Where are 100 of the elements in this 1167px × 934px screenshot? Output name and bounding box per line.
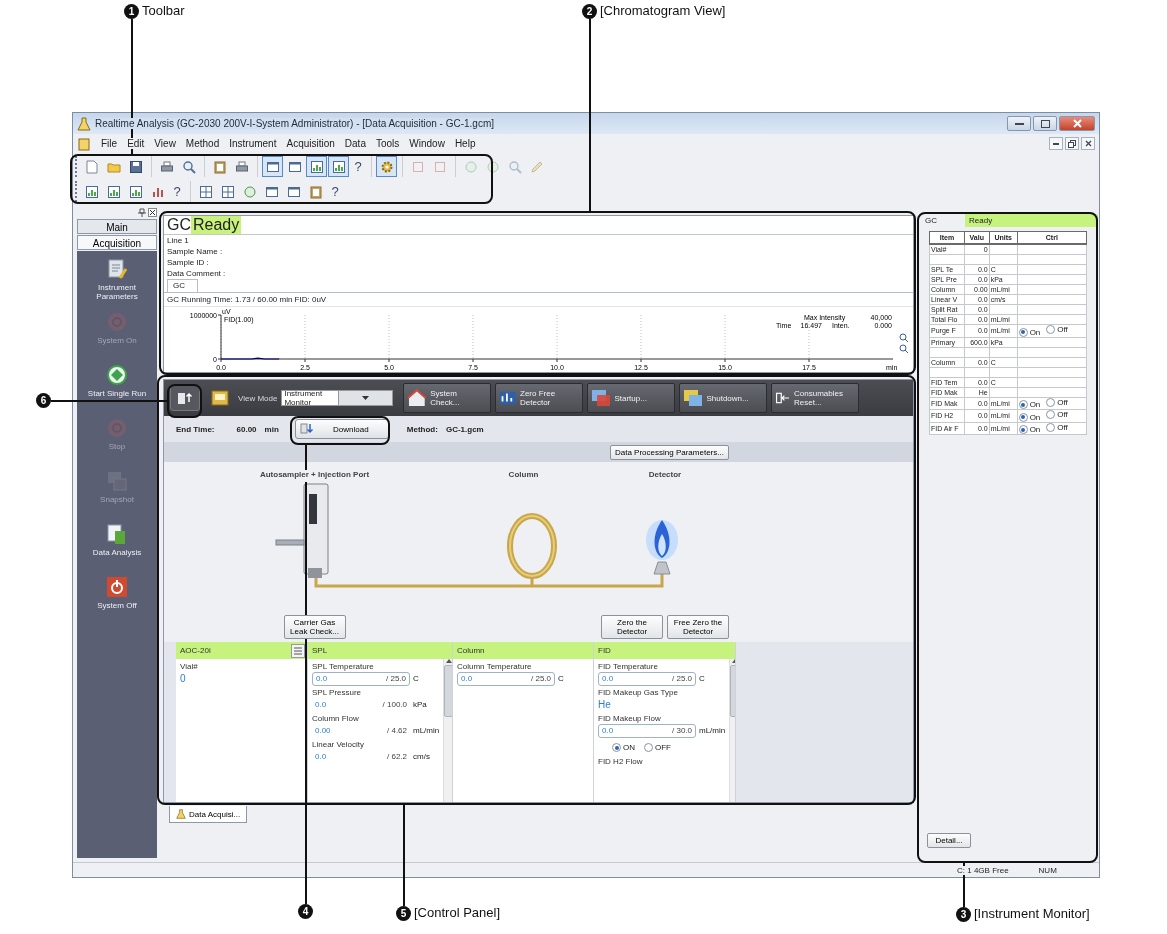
menu-item[interactable]: Method — [185, 138, 220, 149]
detail-button[interactable]: Detail... — [927, 833, 971, 848]
menu-item[interactable]: View — [154, 138, 176, 149]
radio-option[interactable]: Off — [1046, 325, 1068, 334]
chromatogram-tab[interactable]: GC — [167, 279, 198, 292]
menu-item[interactable]: File — [101, 138, 118, 149]
action-button[interactable]: Zero the Detector — [601, 615, 663, 639]
instrument-label: GC — [167, 216, 191, 234]
panel-arrow-icon — [177, 391, 193, 405]
close-icon — [1084, 140, 1092, 147]
radio-option[interactable]: Off — [1046, 422, 1068, 432]
restore-icon — [1068, 139, 1076, 148]
stop-circle-icon — [105, 416, 129, 440]
menu-item[interactable]: Instrument — [229, 138, 277, 149]
value-field[interactable]: 0.0 / 25.0 — [457, 671, 555, 686]
zoom-icon[interactable] — [899, 344, 909, 354]
chart-window-icon — [128, 184, 143, 199]
minimize-icon — [1014, 122, 1024, 125]
parameter-label: FID H2 Flow — [598, 757, 643, 766]
method-label: Method: — [406, 424, 438, 434]
processing-parameters-button[interactable]: Data Processing Parameters... — [610, 444, 729, 460]
sidebar-tab[interactable]: Acquisition — [77, 235, 157, 250]
power-circle-icon — [105, 310, 129, 334]
maximize-button[interactable] — [1033, 116, 1057, 131]
callout-number: 2 — [582, 4, 597, 19]
download-button[interactable]: Download — [294, 419, 389, 439]
menu-item[interactable]: Help — [454, 138, 476, 149]
pin-icon[interactable] — [138, 207, 146, 217]
help-button[interactable]: ? — [169, 184, 185, 199]
parameter-label: Column Flow — [312, 714, 359, 723]
action-button[interactable]: Free Zero the Detector — [667, 615, 729, 639]
leader-line — [963, 862, 965, 907]
radio-option[interactable]: ON — [612, 743, 635, 752]
grid-icon — [220, 184, 235, 199]
instrument-icon[interactable] — [210, 388, 230, 408]
menu-item[interactable]: Acquisition — [286, 138, 335, 149]
close-button[interactable] — [1059, 116, 1095, 131]
tool-button[interactable]: Zero Free Detector — [495, 383, 584, 413]
radio-option[interactable]: On — [1018, 412, 1041, 422]
help-button[interactable]: ? — [327, 184, 343, 199]
play-circle-icon — [105, 363, 129, 387]
menu-item[interactable]: Edit — [127, 138, 145, 149]
value-field[interactable]: 0.0 / 30.0 — [598, 723, 696, 738]
tool-button[interactable]: Consumables Reset... — [771, 383, 860, 413]
close-icon — [1072, 119, 1082, 128]
sidebar-button[interactable]: System Off — [79, 575, 155, 620]
callout-number: 6 — [36, 393, 51, 408]
menu-item[interactable]: Data — [344, 138, 366, 149]
sidebar-tab[interactable]: Main — [77, 219, 157, 234]
radio-option[interactable]: On — [1018, 425, 1041, 434]
tool-button[interactable]: Startup... — [587, 383, 676, 413]
tool-button[interactable]: Shutdown... — [679, 383, 768, 413]
close-button[interactable] — [1081, 137, 1095, 150]
tool-button[interactable]: System Check... — [403, 383, 492, 413]
action-button[interactable]: Carrier Gas Leak Check... — [283, 615, 346, 639]
restore-button[interactable] — [1065, 137, 1079, 150]
value-field[interactable]: 0.0 / 25.0 — [598, 671, 696, 686]
info-label: Data Comment : — [166, 268, 227, 279]
sidebar-button[interactable]: Instrument Parameters — [79, 257, 155, 302]
radio-option[interactable]: On — [1018, 400, 1041, 409]
minimize-button[interactable] — [1007, 116, 1031, 131]
circle-icon — [485, 159, 500, 174]
chart-window-icon — [331, 159, 346, 174]
panel-title: AOC-20i — [180, 646, 212, 655]
radio-option[interactable]: Off — [1046, 410, 1068, 419]
parameter-label: FID Temperature — [598, 662, 658, 671]
zoom-icon[interactable] — [899, 333, 909, 343]
status-text: C: 1 4GB Free — [957, 865, 1009, 875]
magnifier-icon — [181, 159, 196, 174]
view-mode-dropdown[interactable]: Instrument Monitor — [281, 390, 394, 406]
menu-item[interactable]: Tools — [375, 138, 400, 149]
printer-icon — [234, 159, 249, 174]
scrollbar[interactable] — [443, 659, 452, 802]
radio-option[interactable]: OFF — [644, 743, 671, 752]
unit-label: C — [699, 674, 705, 683]
parameter-value: 0 — [180, 673, 186, 684]
menu-item[interactable]: Window — [409, 138, 445, 149]
grid-button[interactable] — [291, 643, 305, 658]
minimize-button[interactable] — [1049, 137, 1063, 150]
window-stack-icon — [591, 388, 612, 408]
help-button[interactable]: ? — [350, 159, 366, 174]
parameter-value: 0.0 / 100.0 — [314, 700, 408, 709]
document-tab[interactable]: Data Acquisi... — [169, 806, 248, 823]
printer-icon — [159, 159, 174, 174]
grid-icon — [294, 646, 302, 655]
parameter-label: Column Temperature — [457, 662, 532, 671]
caret-icon — [362, 396, 370, 400]
callout-label: [Chromatogram View] — [600, 3, 726, 18]
close-icon[interactable] — [148, 207, 157, 217]
unit-label: cm/s — [413, 752, 430, 761]
panel-toggle-button[interactable] — [170, 385, 200, 411]
sidebar-button[interactable]: Data Analysis — [79, 522, 155, 567]
radio-option[interactable]: Off — [1046, 397, 1068, 407]
radio-option[interactable]: On — [1018, 327, 1041, 337]
flask-icon — [77, 116, 91, 131]
parameter-label: Vial# — [180, 662, 198, 671]
grid-icon — [198, 184, 213, 199]
unit-label: C — [413, 674, 419, 683]
value-field[interactable]: 0.0 / 25.0 — [312, 671, 410, 686]
callout-label: [Control Panel] — [414, 905, 500, 920]
